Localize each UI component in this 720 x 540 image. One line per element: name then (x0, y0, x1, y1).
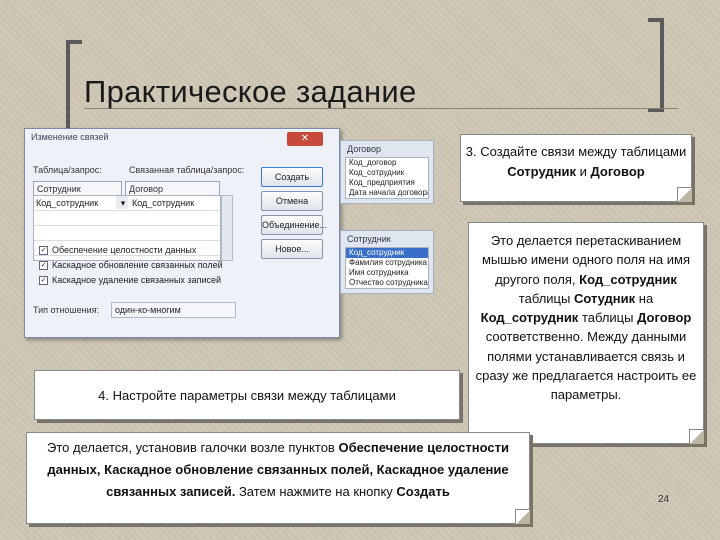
list-item[interactable]: Код_сотрудник (346, 168, 428, 178)
table-row[interactable] (34, 226, 220, 241)
list-item[interactable]: Код_предприятия (346, 178, 428, 188)
chevron-down-icon[interactable]: ▾ (116, 196, 128, 209)
right-field-cell[interactable]: Код_сотрудник (130, 196, 194, 210)
checkbox-explanation-note: Это делается, установив галочки возле пу… (26, 432, 530, 524)
create-button[interactable]: Создать (261, 167, 323, 187)
close-icon[interactable]: ✕ (287, 132, 323, 146)
cascade-update-checkbox[interactable]: ✓ Каскадное обновление связанных полей (39, 260, 223, 271)
related-table-label: Связанная таблица/запрос: (129, 165, 245, 175)
list-item[interactable]: Дата начала договора (346, 188, 428, 198)
table-row[interactable]: Код_сотрудник ▾ Код_сотрудник (34, 196, 220, 211)
left-field-cell[interactable]: Код_сотрудник (34, 196, 98, 210)
table-row[interactable] (34, 211, 220, 226)
list-item[interactable]: Код_сотрудник (346, 248, 428, 258)
page-number: 24 (658, 494, 670, 505)
title-bracket-right (648, 18, 664, 112)
dialog-caption: Изменение связей (31, 132, 109, 142)
step4-note: 4. Настройте параметры связи между табли… (34, 370, 460, 420)
field-list: Код_договор Код_сотрудник Код_предприяти… (345, 157, 429, 199)
grid-scrollbar[interactable] (221, 195, 233, 261)
title-bracket-left (66, 40, 82, 136)
join-type-button[interactable]: Объединение... (261, 215, 327, 235)
list-item[interactable]: Фамилия сотрудника (346, 258, 428, 268)
new-button[interactable]: Новое... (261, 239, 323, 259)
slide-title: Практическое задание (84, 74, 417, 109)
list-item[interactable]: Отчество сотрудника (346, 278, 428, 288)
table-panel-sotrudnik[interactable]: Сотрудник Код_сотрудник Фамилия сотрудни… (340, 230, 434, 294)
edit-relationships-dialog: Изменение связей ✕ Таблица/запрос: Связа… (24, 128, 340, 338)
panel-title: Договор (347, 144, 381, 154)
list-item[interactable]: Имя сотрудника (346, 268, 428, 278)
table-query-label: Таблица/запрос: (33, 165, 102, 175)
table-panel-dogovor[interactable]: Договор Код_договор Код_сотрудник Код_пр… (340, 140, 434, 204)
cascade-delete-checkbox[interactable]: ✓ Каскадное удаление связанных записей (39, 275, 221, 286)
relation-type-label: Тип отношения: (33, 305, 100, 315)
enforce-integrity-checkbox[interactable]: ✓ Обеспечение целостности данных (39, 245, 196, 256)
field-list: Код_сотрудник Фамилия сотрудника Имя сот… (345, 247, 429, 289)
step3-note: 3. Создайте связи между таблицами Сотруд… (460, 134, 692, 202)
check-icon[interactable]: ✓ (39, 276, 48, 286)
drag-explanation-note: Это делается перетаскиванием мышью имени… (468, 222, 704, 444)
cancel-button[interactable]: Отмена (261, 191, 323, 211)
check-icon[interactable]: ✓ (39, 246, 48, 256)
list-item[interactable]: Код_договор (346, 158, 428, 168)
panel-title: Сотрудник (347, 234, 391, 244)
check-icon[interactable]: ✓ (39, 261, 48, 271)
relation-type-value: один-ко-многим (111, 302, 236, 318)
